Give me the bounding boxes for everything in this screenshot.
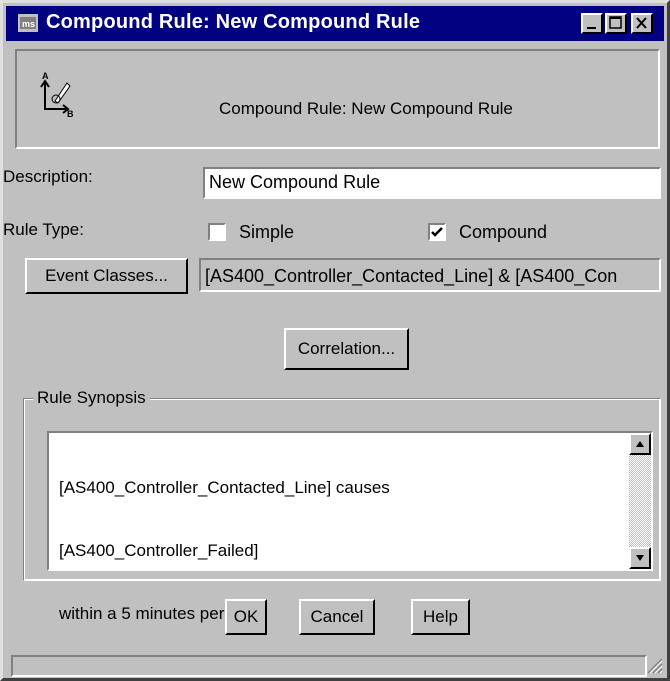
synopsis-line: [AS400_Controller_Failed]: [59, 541, 259, 560]
simple-checkbox-label: Simple: [239, 222, 295, 242]
svg-text:A: A: [42, 71, 49, 81]
arrow-up-icon: [636, 441, 644, 447]
synopsis-scrollbar[interactable]: [629, 433, 651, 569]
event-classes-button[interactable]: Event Classes...: [25, 258, 188, 294]
window-title: Compound Rule: New Compound Rule: [46, 11, 421, 33]
minimize-button[interactable]: [581, 13, 603, 34]
svg-text:ms: ms: [22, 19, 35, 29]
compound-checkbox-label: Compound: [459, 222, 548, 242]
description-label: Description:: [3, 167, 93, 186]
maximize-icon: [609, 16, 622, 29]
synopsis-line: [AS400_Controller_Contacted_Line] causes: [59, 478, 390, 497]
svg-text:B: B: [67, 109, 74, 119]
close-button[interactable]: [631, 13, 653, 34]
correlation-button[interactable]: Correlation...: [284, 328, 409, 370]
header-title: Compound Rule: New Compound Rule: [219, 99, 513, 118]
compound-rule-icon: A B: [40, 71, 74, 119]
checkmark-icon: [431, 227, 443, 237]
close-icon: [636, 17, 647, 29]
help-button[interactable]: Help: [411, 599, 470, 635]
rule-type-label: Rule Type:: [3, 220, 84, 239]
rule-synopsis-textarea[interactable]: [AS400_Controller_Contacted_Line] causes…: [47, 431, 653, 623]
event-classes-field[interactable]: [AS400_Controller_Contacted_Line] & [AS4…: [199, 258, 661, 292]
scroll-down-button[interactable]: [629, 547, 651, 569]
minimize-icon: [587, 27, 596, 29]
description-input[interactable]: New Compound Rule: [203, 167, 661, 199]
app-icon: ms: [18, 14, 38, 32]
cancel-button[interactable]: Cancel: [299, 599, 375, 635]
compound-checkbox[interactable]: [428, 223, 446, 241]
status-bar: [11, 655, 647, 677]
resize-grip-icon[interactable]: [645, 656, 663, 674]
maximize-button[interactable]: [605, 13, 627, 34]
title-bar[interactable]: ms Compound Rule: New Compound Rule: [6, 6, 664, 41]
compound-rule-dialog: ms Compound Rule: New Compound Rule A B …: [0, 0, 670, 681]
rule-synopsis-legend: Rule Synopsis: [33, 388, 150, 408]
simple-checkbox[interactable]: [208, 223, 226, 241]
arrow-down-icon: [636, 555, 644, 561]
scroll-up-button[interactable]: [629, 433, 651, 455]
ok-button[interactable]: OK: [225, 599, 267, 635]
